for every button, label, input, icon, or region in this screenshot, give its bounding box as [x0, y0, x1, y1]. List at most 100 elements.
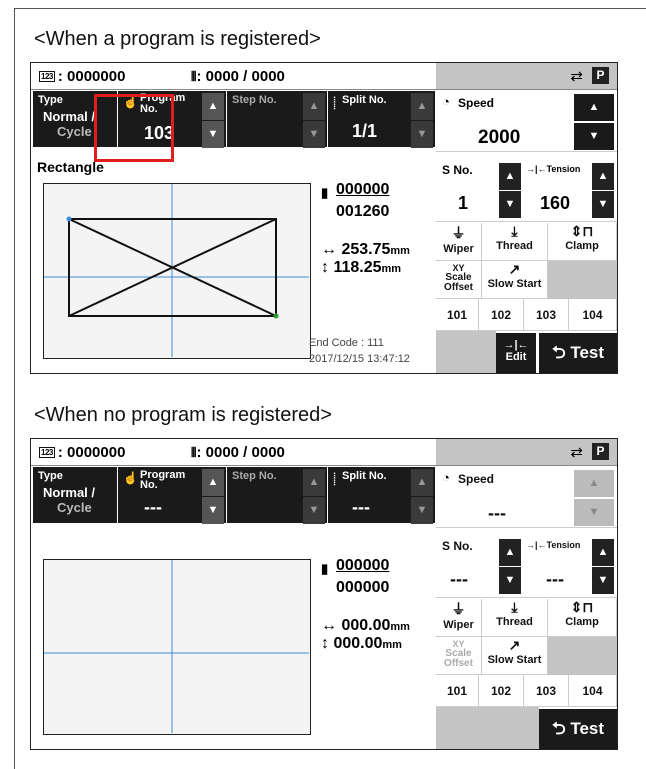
test-button[interactable]: ⮌ Test: [539, 333, 617, 373]
size-x: ↔ 253.75mm: [321, 241, 410, 258]
counter-value: : 0000000: [57, 444, 126, 461]
step-down-button[interactable]: ▼: [303, 121, 325, 148]
program-highlight-box: [94, 94, 174, 162]
tension-down-button[interactable]: ▼: [592, 191, 614, 218]
repeat-icon[interactable]: ⇄: [570, 443, 583, 461]
thread-button[interactable]: ⤓ Thread: [482, 223, 548, 261]
empty-slot: [548, 261, 617, 299]
test-label: Test: [570, 719, 605, 738]
s-icon: S: [442, 539, 451, 553]
s-no-up-button[interactable]: ▲: [499, 163, 521, 190]
program-102-button[interactable]: 102: [479, 299, 524, 331]
type-value-2: Cycle: [57, 124, 92, 139]
scale-offset-button[interactable]: XY Scale Offset: [436, 637, 482, 675]
s-no-down-button[interactable]: ▼: [499, 191, 521, 218]
split-up-button[interactable]: ▲: [411, 469, 433, 496]
tension-down-button[interactable]: ▼: [592, 567, 614, 594]
edit-button[interactable]: →|← Edit: [496, 333, 536, 373]
clamp-button[interactable]: ⇕⊓ Clamp: [548, 599, 617, 637]
pattern-preview: [43, 183, 311, 359]
split-down-button[interactable]: ▼: [411, 121, 433, 148]
speed-up-button[interactable]: ▲: [574, 94, 614, 121]
program-104-button[interactable]: 104: [569, 675, 617, 707]
split-value: 1/1: [352, 121, 378, 141]
speed-gauge-icon: ◔: [442, 470, 450, 485]
needle-icon: ⸽: [333, 96, 337, 110]
step-cell[interactable]: Step No. ▲ ▼: [227, 91, 327, 148]
tension-value: ---: [546, 569, 564, 589]
tension-up-button[interactable]: ▲: [592, 163, 614, 190]
s-no-down-button[interactable]: ▼: [499, 567, 521, 594]
slow-start-label: Slow Start: [487, 654, 542, 666]
test-button[interactable]: ⮌ Test: [539, 709, 617, 749]
tension-label: →|←Tension: [526, 164, 580, 174]
step-up-button[interactable]: ▲: [303, 469, 325, 496]
program-103-button[interactable]: 103: [524, 675, 569, 707]
step-cell[interactable]: Step No. ▲ ▼: [227, 467, 327, 524]
clamp-button[interactable]: ⇕⊓ Clamp: [548, 223, 617, 261]
slow-start-button[interactable]: ↗ Slow Start: [482, 261, 548, 299]
split-cell[interactable]: ⸽ Split No. --- ▲ ▼: [328, 467, 435, 524]
program-103-button[interactable]: 103: [524, 299, 569, 331]
counter-value: : 0000000: [57, 68, 126, 85]
thread-icon: ⤓: [511, 599, 518, 615]
split-label: Split No.: [342, 94, 387, 106]
program-up-button[interactable]: ▲: [202, 469, 224, 496]
program-102-button[interactable]: 102: [479, 675, 524, 707]
type-value-2: Cycle: [57, 500, 92, 515]
bottom-gray: [436, 707, 539, 749]
repeat-icon[interactable]: ⇄: [570, 67, 583, 85]
wiper-label: Wiper: [443, 619, 474, 631]
empty-slot: [548, 637, 617, 675]
speed-down-button[interactable]: ▼: [574, 499, 614, 526]
panel-screen-empty: 123: 0000000 ⫴: 0000 / 0000 ⇄ P Type Nor…: [30, 438, 618, 750]
program-104-button[interactable]: 104: [569, 299, 617, 331]
stitch-value: : 0000 / 0000: [196, 68, 285, 85]
program-101-button[interactable]: 101: [436, 299, 479, 331]
program-101-button[interactable]: 101: [436, 675, 479, 707]
program-down-button[interactable]: ▼: [202, 497, 224, 524]
tension-text: Tension: [546, 540, 581, 550]
wiper-button[interactable]: ⏚ Wiper: [436, 599, 482, 637]
size-y-value: 000.00: [333, 635, 383, 652]
speed-down-button[interactable]: ▼: [574, 123, 614, 150]
type-cell[interactable]: Type Normal / Cycle: [33, 467, 117, 523]
scale-offset-button[interactable]: XY Scale Offset: [436, 261, 482, 299]
speed-up-button[interactable]: ▲: [574, 470, 614, 497]
wiper-icon: ⏚: [451, 601, 466, 617]
speed-panel[interactable]: ◔ Speed 2000 ▲ ▼: [436, 91, 617, 152]
s-no-value: ---: [450, 569, 468, 589]
slow-start-button[interactable]: ↗ Slow Start: [482, 637, 548, 675]
counter-icon: 123: [39, 447, 55, 458]
step-up-button[interactable]: ▲: [303, 93, 325, 120]
speed-panel[interactable]: ◔ Speed --- ▲ ▼: [436, 467, 617, 528]
program-down-button[interactable]: ▼: [202, 121, 224, 148]
clamp-icon: ⇕⊓: [570, 599, 594, 615]
clamp-icon: ⇕⊓: [570, 223, 594, 239]
production-counter: 123: 0000000: [39, 68, 125, 85]
step-down-button[interactable]: ▼: [303, 497, 325, 524]
tension-label: →|←Tension: [526, 540, 580, 550]
split-down-button[interactable]: ▼: [411, 497, 433, 524]
tension-up-button[interactable]: ▲: [592, 539, 614, 566]
p-mode-icon[interactable]: P: [592, 443, 609, 460]
stitch-top: 000000: [336, 181, 390, 198]
type-value-1: Normal /: [43, 109, 96, 124]
production-counter: 123: 0000000: [39, 444, 125, 461]
program-cell[interactable]: ☝ Program No. --- ▲ ▼: [118, 467, 226, 524]
program-up-button[interactable]: ▲: [202, 93, 224, 120]
program-value: ---: [144, 497, 162, 517]
stitch-counter: ⫴: 0000 / 0000: [191, 444, 285, 461]
split-cell[interactable]: ⸽ Split No. 1/1 ▲ ▼: [328, 91, 435, 148]
size-x-value: 000.00: [341, 617, 391, 634]
wiper-button[interactable]: ⏚ Wiper: [436, 223, 482, 261]
end-code: End Code : 111: [309, 337, 384, 349]
needle-icon: ⸽: [333, 472, 337, 486]
size-y-unit: mm: [382, 639, 402, 651]
s-no-up-button[interactable]: ▲: [499, 539, 521, 566]
stitch-value: : 0000 / 0000: [196, 444, 285, 461]
size-y: ↕ 118.25mm: [321, 259, 402, 276]
thread-button[interactable]: ⤓ Thread: [482, 599, 548, 637]
split-up-button[interactable]: ▲: [411, 93, 433, 120]
p-mode-icon[interactable]: P: [592, 67, 609, 84]
